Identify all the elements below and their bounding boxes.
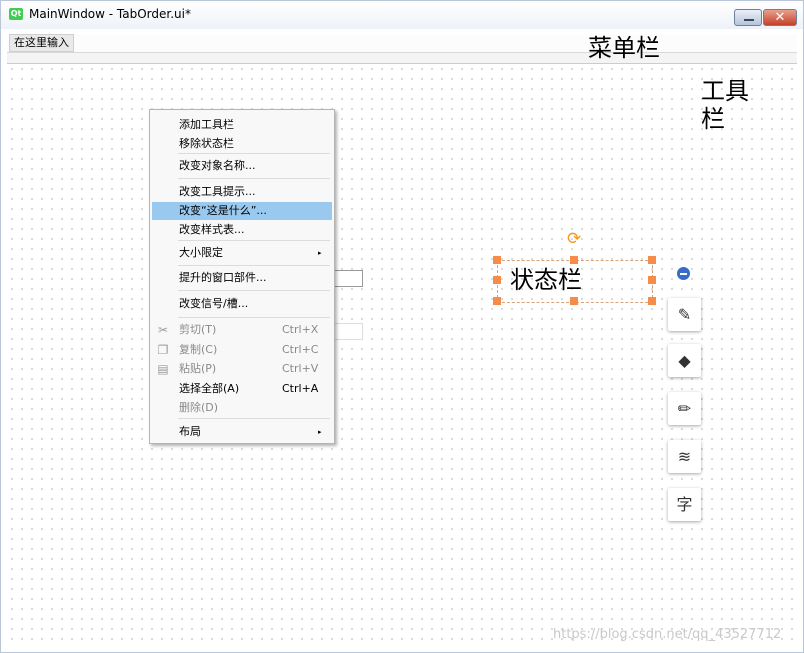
context-menu-item[interactable]: 改变样式表... — [152, 221, 332, 239]
context-menu-item[interactable]: ✂ 剪切(T) Ctrl+X — [152, 321, 332, 339]
resize-handle-t[interactable] — [570, 256, 578, 264]
menu-separator — [178, 153, 330, 154]
context-menu-item[interactable]: 删除(D) — [152, 399, 332, 417]
line-edit[interactable] — [331, 270, 363, 287]
shortcut-label: Ctrl+A — [282, 382, 319, 395]
paste-icon: ▤ — [157, 362, 169, 376]
submenu-arrow-icon: ▸ — [318, 249, 322, 257]
context-menu-item[interactable]: 改变工具提示... — [152, 183, 332, 201]
context-menu-item-label: 提升的窗口部件... — [179, 271, 267, 284]
menu-separator — [178, 240, 330, 241]
submenu-arrow-icon: ▸ — [318, 428, 322, 436]
resize-handle-bl[interactable] — [493, 297, 501, 305]
menu-separator — [178, 178, 330, 179]
menu-separator — [178, 317, 330, 318]
resize-handle-br[interactable] — [648, 297, 656, 305]
context-menu-item-label: 改变信号/槽... — [179, 297, 249, 310]
menu-separator — [178, 418, 330, 419]
context-menu-item[interactable]: 布局 ▸ — [152, 423, 332, 441]
close-button[interactable]: ✕ — [763, 9, 797, 26]
context-menu: 添加工具栏移除状态栏改变对象名称... 改变工具提示... 改变“这是什么”... 改… — [149, 109, 335, 444]
context-menu-item-label: 复制(C) — [179, 343, 218, 356]
resize-handle-r[interactable] — [648, 276, 656, 284]
context-menu-item[interactable]: ▤ 粘贴(P) Ctrl+V — [152, 360, 332, 378]
context-menu-item-label: 改变“这是什么”... — [179, 204, 267, 217]
resize-handle-tl[interactable] — [493, 256, 501, 264]
shortcut-label: Ctrl+X — [282, 323, 319, 336]
menu-separator — [178, 290, 330, 291]
context-menu-item-label: 粘贴(P) — [179, 362, 217, 375]
layers-icon: ≋ — [677, 447, 692, 466]
context-menu-item-label: 删除(D) — [179, 401, 219, 414]
title-bar[interactable]: Qt MainWindow - TabOrder.ui* ✕ — [1, 1, 803, 29]
minimize-button[interactable] — [734, 9, 762, 26]
context-menu-item-label: 剪切(T) — [179, 323, 217, 336]
watermark: https://blog.csdn.net/qq_43527712 — [553, 627, 782, 642]
line-edit-disabled — [331, 323, 363, 340]
menubar-annotation: 菜单栏 — [588, 34, 660, 62]
context-menu-item[interactable]: 提升的窗口部件... — [152, 269, 332, 287]
tool-button[interactable]: 字 — [668, 488, 701, 521]
tool-button[interactable]: ≋ — [668, 440, 701, 473]
tool-button[interactable]: ✏ — [668, 392, 701, 425]
context-menu-item[interactable]: 选择全部(A) Ctrl+A — [152, 380, 332, 398]
context-menu-item[interactable]: 改变信号/槽... — [152, 295, 332, 313]
menu-separator — [178, 265, 330, 266]
statusbar-label: 状态栏 — [510, 266, 582, 294]
menu-type-here-entry[interactable]: 在这里输入 — [9, 34, 74, 52]
character-icon: 字 — [676, 495, 693, 514]
copy-icon: ❐ — [157, 343, 169, 357]
context-menu-item-label: 改变工具提示... — [179, 185, 256, 198]
context-menu-item-label: 添加工具栏 — [179, 118, 234, 131]
context-menu-item[interactable]: 移除状态栏 — [152, 135, 332, 153]
tool-button[interactable]: ◆ — [668, 344, 701, 377]
context-menu-item-label: 大小限定 — [179, 246, 223, 259]
context-menu-item-label: 移除状态栏 — [179, 137, 234, 150]
rotate-handle-icon[interactable]: ⟳ — [567, 231, 581, 248]
context-menu-item-label: 选择全部(A) — [179, 382, 240, 395]
context-menu-item-label: 布局 — [179, 425, 201, 438]
window-title: MainWindow - TabOrder.ui* — [29, 7, 191, 21]
qt-logo-icon: Qt — [9, 8, 23, 20]
context-menu-item[interactable]: 添加工具栏 — [152, 116, 332, 134]
tool-button[interactable]: ✎ — [668, 298, 701, 331]
context-menu-item[interactable]: 改变“这是什么”... — [152, 202, 332, 220]
context-menu-item[interactable]: 大小限定 ▸ — [152, 244, 332, 262]
remove-icon[interactable] — [677, 267, 690, 280]
resize-handle-b[interactable] — [570, 297, 578, 305]
paint-bucket-icon: ◆ — [678, 351, 691, 370]
menu-bar: 在这里输入 — [7, 34, 797, 53]
resize-handle-tr[interactable] — [648, 256, 656, 264]
context-menu-item-label: 改变样式表... — [179, 223, 245, 236]
toolbar-area — [7, 53, 797, 64]
main-window: Qt MainWindow - TabOrder.ui* ✕ 在这里输入 菜单栏… — [0, 0, 804, 653]
resize-handle-l[interactable] — [493, 276, 501, 284]
shortcut-label: Ctrl+C — [282, 343, 319, 356]
context-menu-item-label: 改变对象名称... — [179, 159, 256, 172]
context-menu-item[interactable]: 改变对象名称... — [152, 157, 332, 175]
scissors-icon: ✂ — [157, 323, 169, 337]
context-menu-item[interactable]: ❐ 复制(C) Ctrl+C — [152, 341, 332, 359]
edit-box-icon: ✎ — [677, 305, 692, 324]
shortcut-label: Ctrl+V — [282, 362, 319, 375]
toolbar-annotation: 工具栏 — [701, 77, 749, 133]
pen-underline-icon: ✏ — [677, 399, 692, 418]
